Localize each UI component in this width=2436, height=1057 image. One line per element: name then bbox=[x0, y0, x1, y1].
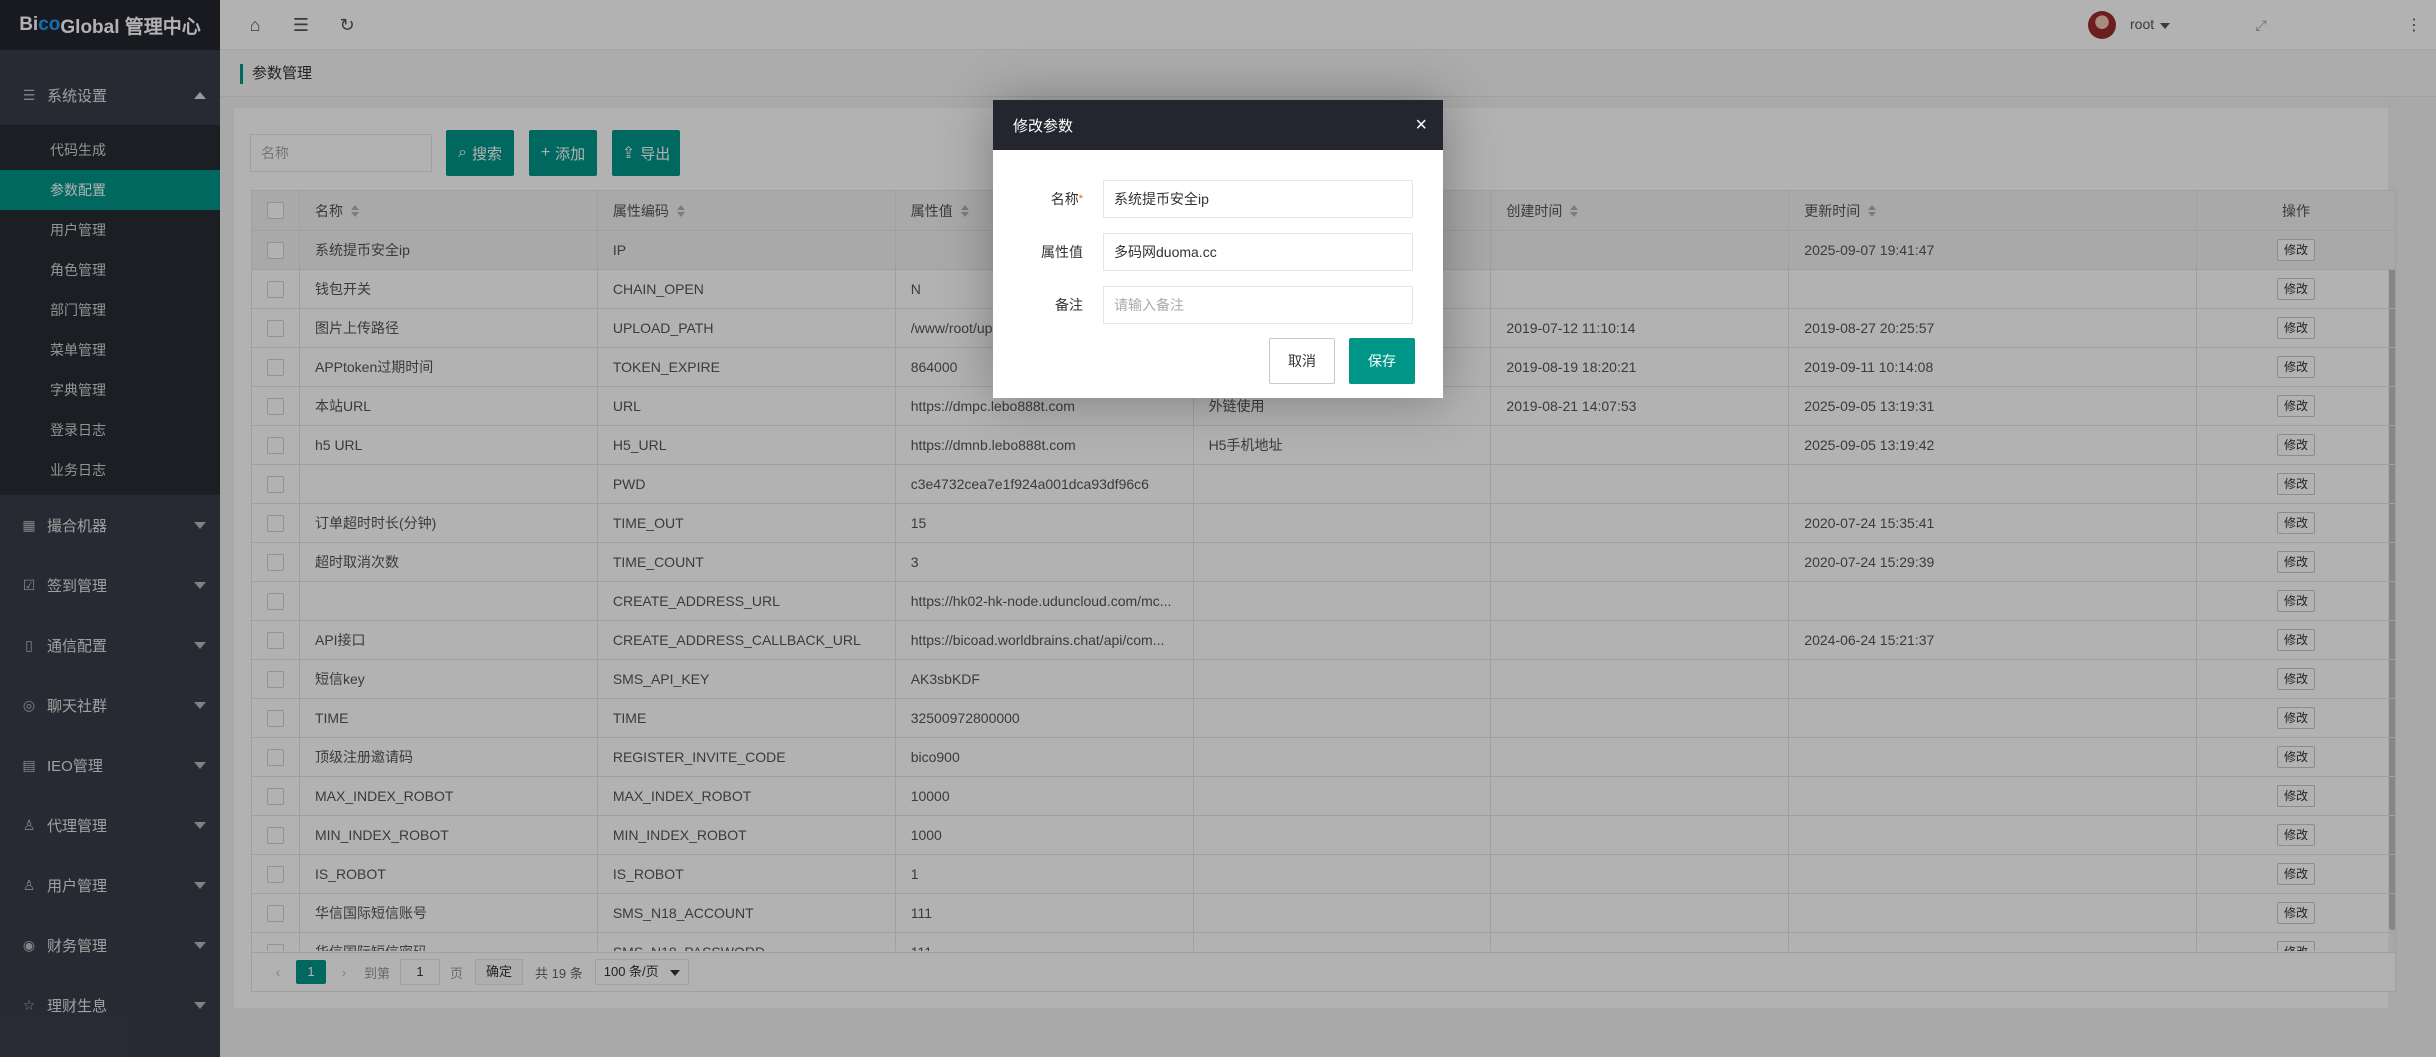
value-field[interactable] bbox=[1103, 233, 1413, 271]
name-label: 名称* bbox=[1023, 180, 1083, 218]
modal-title: 修改参数 bbox=[1013, 117, 1074, 135]
close-icon[interactable]: × bbox=[1415, 115, 1427, 135]
form-row-remark: 备注 bbox=[993, 286, 1443, 324]
name-label-text: 名称 bbox=[1050, 191, 1079, 207]
form-row-name: 名称* bbox=[993, 180, 1443, 218]
modal-header: 修改参数 × bbox=[993, 100, 1443, 150]
save-button[interactable]: 保存 bbox=[1349, 338, 1415, 384]
edit-param-modal: 修改参数 × 名称* 属性值 备注 取消 保存 bbox=[993, 100, 1443, 398]
value-label: 属性值 bbox=[1041, 244, 1083, 260]
required-mark: * bbox=[1078, 193, 1083, 205]
form-row-value: 属性值 bbox=[993, 233, 1443, 271]
cancel-button[interactable]: 取消 bbox=[1269, 338, 1335, 384]
name-field[interactable] bbox=[1103, 180, 1413, 218]
remark-field[interactable] bbox=[1103, 286, 1413, 324]
remark-label: 备注 bbox=[1055, 297, 1083, 313]
